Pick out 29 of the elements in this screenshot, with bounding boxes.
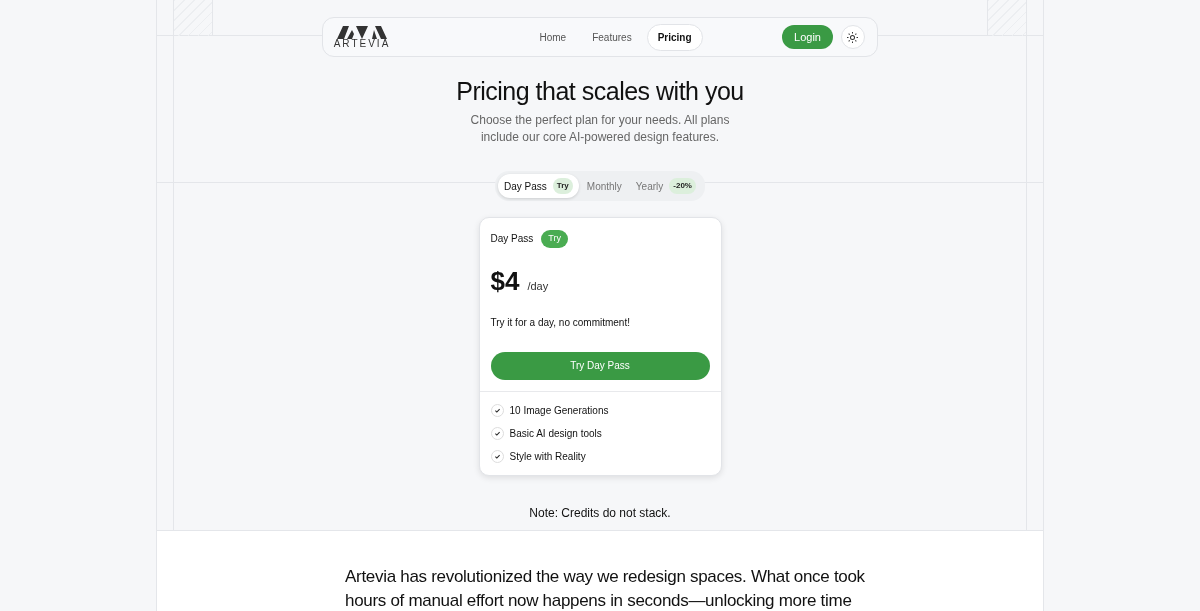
billing-tab[interactable]: Day Pass Try <box>498 174 579 198</box>
page-title: Pricing that scales with you <box>455 76 745 106</box>
feature-text: Style with Reality <box>509 449 586 464</box>
theme-toggle-button[interactable] <box>841 25 865 49</box>
nav-link[interactable]: Features <box>581 23 643 51</box>
login-button[interactable]: Login <box>782 24 833 50</box>
plan-price: $4 <box>490 264 520 298</box>
tab-label: Monthly <box>586 179 622 194</box>
logo-text: ARTEVIA <box>333 38 391 49</box>
price-period: /day <box>527 278 549 294</box>
feature-text: Basic AI design tools <box>509 426 602 441</box>
nav-link[interactable]: Home <box>528 23 578 51</box>
testimonial-text: Artevia has revolutionized the way we redesign spaces. What once took hours of manual effort now happens in seconds—unlocking more time <box>345 566 865 611</box>
sun-icon <box>847 31 859 43</box>
credits-note: Note: Credits do not stack. <box>529 504 671 522</box>
tab-badge: Try <box>552 178 573 194</box>
tab-label: Day Pass <box>504 179 547 194</box>
page-subtitle: Choose the perfect plan for your needs. All plans include our core AI-powered design features. <box>469 112 731 146</box>
tab-badge: -20% <box>669 178 696 194</box>
feature-text: 10 Image Generations <box>509 403 609 418</box>
plan-badge: Try <box>541 230 568 248</box>
plan-name: Day Pass <box>490 232 534 247</box>
tab-label: Yearly <box>635 179 664 194</box>
billing-tab[interactable]: Yearly -20% <box>629 174 702 198</box>
logo-mark-icon <box>337 25 387 39</box>
plan-description: Try it for a day, no commitment! <box>490 315 631 330</box>
try-day-pass-button[interactable]: Try Day Pass <box>490 351 710 380</box>
nav-link[interactable]: Pricing <box>646 23 703 51</box>
billing-tab[interactable]: Monthly <box>580 174 628 198</box>
